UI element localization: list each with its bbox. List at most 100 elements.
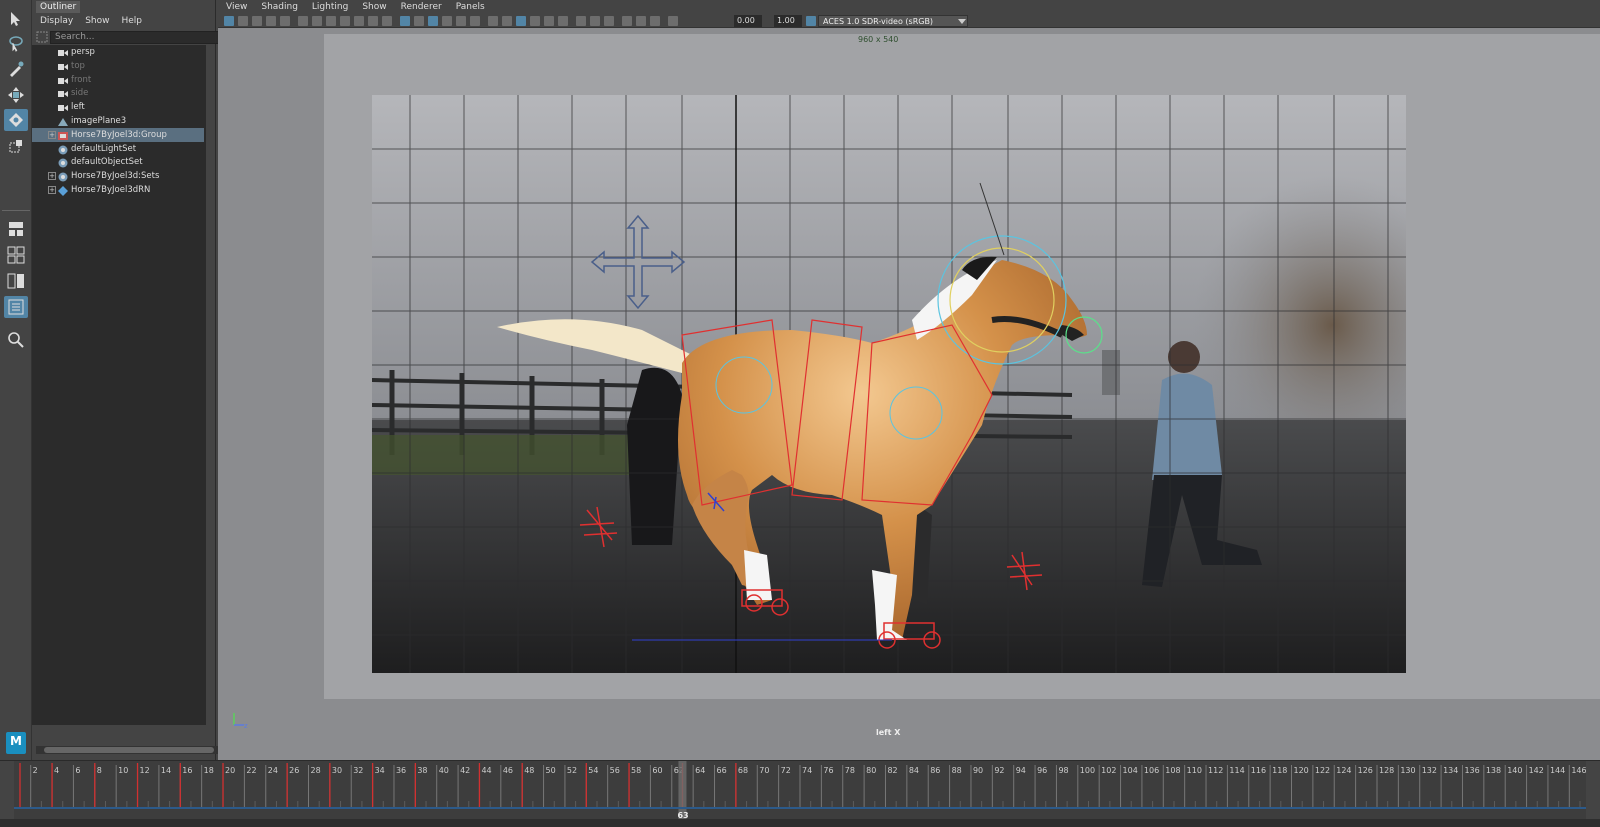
depth-of-field-icon[interactable] — [590, 16, 600, 26]
xray-joints-icon[interactable] — [544, 16, 554, 26]
timeline-tick-label: 34 — [375, 766, 385, 775]
timeline-tick-label: 60 — [652, 766, 662, 775]
expand-icon[interactable]: + — [48, 130, 56, 139]
single-pane-layout-icon[interactable] — [4, 218, 28, 240]
outliner-item[interactable]: defaultLightSet — [32, 142, 204, 156]
filter-icon[interactable] — [36, 31, 48, 43]
exposure-icon[interactable] — [636, 16, 646, 26]
viewport-canvas[interactable]: 960 x 540 left X z — [218, 29, 1600, 760]
gate-mask-icon[interactable] — [354, 16, 364, 26]
gamma-field[interactable]: 1.00 — [774, 15, 802, 27]
outliner-horizontal-scrollbar[interactable] — [36, 746, 232, 754]
menu-renderer[interactable]: Renderer — [401, 0, 442, 14]
scale-tool-icon[interactable] — [4, 135, 28, 157]
outliner-item[interactable]: top — [32, 59, 204, 73]
timeline-tick-label: 8 — [97, 766, 102, 775]
colorspace-dropdown[interactable]: ACES 1.0 SDR-video (sRGB) — [818, 15, 968, 27]
outliner-item[interactable]: defaultObjectSet — [32, 155, 204, 169]
film-gate-icon[interactable] — [326, 16, 336, 26]
outliner-item-label: front — [71, 74, 92, 85]
shadows-icon[interactable] — [488, 16, 498, 26]
timeline-tick-label: 146 — [1571, 766, 1586, 775]
ambient-occlusion-icon[interactable] — [502, 16, 512, 26]
chevron-down-icon[interactable] — [958, 19, 966, 24]
outliner-item[interactable]: front — [32, 73, 204, 87]
outliner-search-input[interactable]: Search... — [50, 31, 246, 44]
menu-lighting[interactable]: Lighting — [312, 0, 348, 14]
rotate-tool-icon[interactable] — [4, 109, 28, 131]
anti-aliasing-icon[interactable] — [576, 16, 586, 26]
textured-icon[interactable] — [456, 16, 466, 26]
outliner-item[interactable]: persp — [32, 45, 204, 59]
gamma-icon[interactable] — [650, 16, 660, 26]
2d-pan-icon[interactable] — [280, 16, 290, 26]
exposure-field[interactable]: 0.00 — [734, 15, 762, 27]
timeline-tick-label: 80 — [866, 766, 876, 775]
lasso-tool-icon[interactable] — [4, 33, 28, 55]
timeline-tick-label: 92 — [994, 766, 1004, 775]
isolate-select-icon[interactable] — [516, 16, 526, 26]
hud-icon[interactable] — [622, 16, 632, 26]
image-plane — [372, 95, 1406, 673]
settings-gear-icon[interactable] — [668, 16, 678, 26]
timeline-tick-label: 114 — [1229, 766, 1244, 775]
timeline-tick-label: 42 — [460, 766, 470, 775]
scrollbar-thumb[interactable] — [44, 747, 214, 753]
outliner-item-label: left — [71, 102, 85, 113]
expand-icon[interactable]: + — [48, 172, 56, 181]
move-tool-icon[interactable] — [4, 84, 28, 106]
camera-icon — [58, 48, 68, 56]
smooth-shade-icon[interactable] — [428, 16, 438, 26]
timeline-tick-label: 36 — [396, 766, 406, 775]
outliner-item[interactable]: + Horse7ByJoel3d:Sets — [32, 169, 204, 183]
ssao-icon[interactable] — [604, 16, 614, 26]
menu-view[interactable]: View — [226, 0, 247, 14]
grease-pencil-icon[interactable] — [298, 16, 308, 26]
select-camera-icon[interactable] — [224, 16, 234, 26]
outliner-tab[interactable]: Outliner — [36, 1, 80, 13]
wireframe-icon[interactable] — [414, 16, 424, 26]
menu-panels[interactable]: Panels — [456, 0, 485, 14]
timeline-tick-label: 72 — [781, 766, 791, 775]
move-manipulator-icon[interactable] — [590, 214, 686, 310]
motion-blur-icon[interactable] — [558, 16, 568, 26]
time-slider[interactable]: 2 4 6 8 10 12 14 16 18 20 22 24 26 28 30 32 34 36 38 40 42 44… — [0, 760, 1600, 827]
expand-icon[interactable]: + — [48, 186, 56, 194]
outliner-item[interactable]: + Horse7ByJoel3d:Group — [32, 127, 204, 142]
camera-attributes-icon[interactable] — [238, 16, 248, 26]
outliner-item[interactable]: imagePlane3 — [32, 114, 204, 128]
outliner-item[interactable]: left — [32, 100, 204, 114]
resolution-gate-icon[interactable] — [340, 16, 350, 26]
color-management-icon[interactable] — [806, 16, 816, 26]
two-pane-layout-icon[interactable] — [4, 270, 28, 292]
timeline-track[interactable]: 2 4 6 8 10 12 14 16 18 20 22 24 26 28 30 32 34 36 38 40 42 44… — [14, 761, 1586, 819]
safe-action-icon[interactable] — [382, 16, 392, 26]
select-tool-icon[interactable] — [4, 8, 28, 30]
use-all-lights-icon[interactable] — [470, 16, 480, 26]
camera-icon — [58, 62, 68, 70]
outliner-menu-show[interactable]: Show — [85, 14, 109, 28]
timeline-tick-label: 54 — [588, 766, 598, 775]
outliner-item[interactable]: + Horse7ByJoel3dRN — [32, 183, 204, 197]
wireframe-on-shaded-icon[interactable] — [442, 16, 452, 26]
timeline-tick-label: 22 — [246, 766, 256, 775]
camera-lock-icon[interactable] — [312, 16, 322, 26]
set-icon — [58, 145, 68, 155]
timeline-tick-label: 142 — [1529, 766, 1544, 775]
image-plane-icon[interactable] — [266, 16, 276, 26]
four-pane-layout-icon[interactable] — [4, 244, 28, 266]
grid-icon[interactable] — [400, 16, 410, 26]
outliner-layout-icon[interactable] — [4, 296, 28, 318]
timeline-tick-label: 94 — [1016, 766, 1026, 775]
bookmark-icon[interactable] — [252, 16, 262, 26]
xray-icon[interactable] — [530, 16, 540, 26]
paint-select-icon[interactable] — [4, 58, 28, 80]
menu-shading[interactable]: Shading — [261, 0, 298, 14]
outliner-item[interactable]: side — [32, 86, 204, 100]
search-icon[interactable] — [4, 329, 28, 351]
field-chart-icon[interactable] — [368, 16, 378, 26]
outliner-menu-help[interactable]: Help — [121, 14, 142, 28]
outliner-menu-display[interactable]: Display — [40, 14, 73, 28]
menu-show[interactable]: Show — [362, 0, 386, 14]
timeline-tick-label: 122 — [1315, 766, 1330, 775]
